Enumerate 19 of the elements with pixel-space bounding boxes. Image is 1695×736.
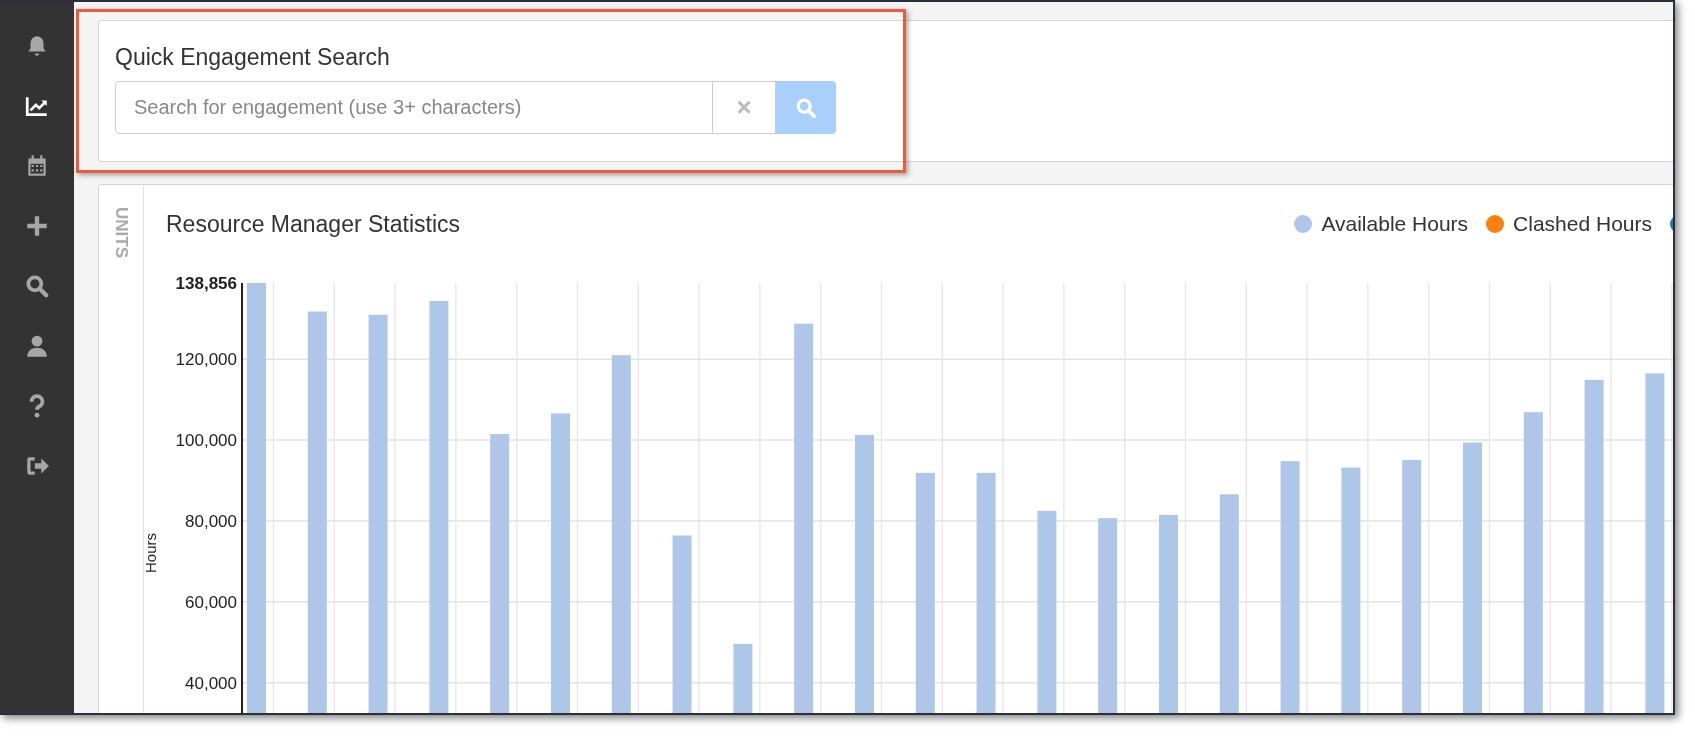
axis-title: Hours <box>144 533 159 573</box>
side-label: UNITS <box>112 207 130 258</box>
axis-tick-label: 80,000 <box>185 511 237 531</box>
clear-button[interactable]: × <box>713 81 776 134</box>
chart-title: Resource Manager Statistics <box>166 209 460 239</box>
search-field[interactable]: Search for engagement (use 3+ characters) <box>115 81 713 134</box>
axis-tick-label: 60,000 <box>185 592 237 612</box>
legend-label: Available Hours <box>1321 211 1469 238</box>
axis-tick-label: 40,000 <box>185 673 237 693</box>
card-title: Quick Engagement Search <box>115 43 391 71</box>
axis-tick-label: 138,856 <box>175 274 237 293</box>
axis-tick-label: 120,000 <box>175 350 237 370</box>
search-icon <box>795 96 817 119</box>
bar <box>733 643 753 713</box>
plus-icon[interactable] <box>24 213 50 239</box>
search-icon[interactable] <box>24 273 50 299</box>
user-icon[interactable] <box>24 333 50 359</box>
legend-label: Clashed Hours <box>1513 211 1652 238</box>
axis-tick-label: 100,000 <box>175 431 237 451</box>
